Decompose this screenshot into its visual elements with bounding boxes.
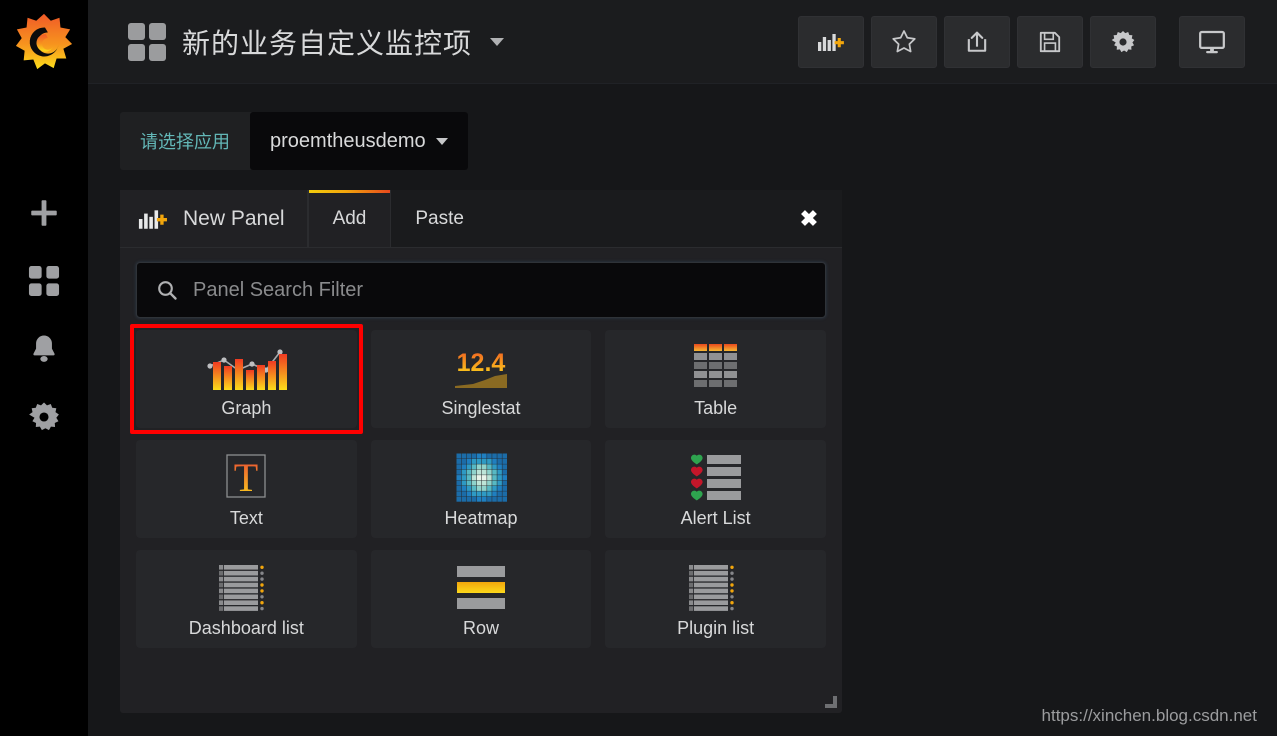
sidebar-item-dashboards[interactable]	[0, 248, 88, 314]
dashboard-list-icon	[216, 560, 276, 612]
panel-type-singlestat[interactable]: 12.4 Singlestat	[370, 330, 592, 428]
singlestat-icon: 12.4	[433, 340, 529, 392]
table-icon	[686, 340, 746, 392]
panel-search-box[interactable]	[136, 262, 826, 318]
graph-icon	[198, 340, 294, 392]
chevron-down-icon	[435, 137, 448, 145]
panel-type-label: Dashboard list	[188, 617, 304, 638]
panel-type-label: Text	[229, 507, 263, 528]
plus-icon	[31, 200, 57, 226]
save-button[interactable]	[1017, 16, 1083, 68]
settings-button[interactable]	[1090, 16, 1156, 68]
row-icon	[451, 560, 511, 612]
panel-type-label: Heatmap	[444, 507, 518, 528]
page-title: 新的业务自定义监控项	[182, 28, 473, 59]
tab-add[interactable]: Add	[307, 190, 392, 247]
plugin-list-icon	[686, 560, 746, 612]
add-panel-dialog: New Panel Add Paste ✖ Panel Search Filte…	[120, 190, 842, 713]
sidebar-item-configuration[interactable]	[0, 384, 88, 450]
tab-paste-label: Paste	[415, 207, 464, 229]
gear-icon	[29, 402, 59, 431]
sidebar-item-create[interactable]	[0, 180, 88, 246]
navbar: 新的业务自定义监控项	[88, 0, 1277, 84]
share-button[interactable]	[944, 16, 1010, 68]
sidebar-item-alerting[interactable]	[0, 316, 88, 382]
heatmap-icon	[455, 450, 507, 502]
panel-type-grid: Graph 12.4 Singlestat Table T Text Heatm…	[130, 324, 826, 648]
alert-list-icon	[683, 450, 749, 502]
star-icon	[892, 30, 916, 53]
panel-type-row[interactable]: Row	[370, 550, 592, 648]
dashboards-icon	[28, 265, 60, 297]
add-panel-icon	[138, 209, 167, 229]
tab-paste[interactable]: Paste	[391, 190, 488, 247]
panel-type-label: Table	[694, 397, 738, 418]
panel-type-label: Alert List	[680, 507, 751, 528]
dashboard-submenu: 请选择应用 proemtheusdemo	[120, 112, 468, 170]
main-area: 新的业务自定义监控项 请选择应用 proemtheusdemo New Pane…	[88, 0, 1277, 736]
sidebar	[0, 0, 88, 736]
svg-text:T: T	[234, 455, 258, 500]
new-panel-section: New Panel	[120, 190, 308, 247]
tab-add-label: Add	[332, 207, 367, 229]
panel-type-plugin-list[interactable]: Plugin list	[605, 550, 826, 648]
search-icon	[158, 281, 177, 300]
panel-type-dashboard-list[interactable]: Dashboard list	[136, 550, 357, 648]
chevron-down-icon[interactable]	[490, 38, 505, 46]
bell-icon	[33, 335, 55, 362]
dialog-resize-handle[interactable]	[825, 696, 837, 708]
navbar-left: 新的业务自定义监控项	[128, 0, 505, 84]
navbar-actions	[798, 0, 1245, 84]
panel-type-heatmap[interactable]: Heatmap	[370, 440, 592, 538]
singlestat-value: 12.4	[457, 349, 506, 377]
grafana-logo-icon	[15, 13, 73, 70]
panel-type-text[interactable]: T Text	[136, 440, 357, 538]
star-button[interactable]	[871, 16, 937, 68]
gear-icon	[1111, 30, 1135, 53]
variable-value-text: proemtheusdemo	[270, 129, 426, 152]
share-icon	[967, 31, 987, 52]
panel-type-label: Singlestat	[441, 397, 521, 418]
new-panel-label: New Panel	[183, 206, 285, 230]
dashboard-squares-icon	[128, 23, 166, 61]
search-input[interactable]	[193, 278, 807, 302]
variable-dropdown[interactable]: proemtheusdemo	[250, 112, 468, 170]
panel-type-label: Graph	[221, 397, 272, 418]
monitor-icon	[1199, 30, 1225, 54]
variable-label: 请选择应用	[140, 132, 230, 152]
close-icon[interactable]: ✖	[792, 202, 826, 236]
add-panel-icon	[818, 34, 844, 51]
panel-type-alert-list[interactable]: Alert List	[605, 440, 826, 538]
panel-type-graph[interactable]: Graph	[130, 324, 363, 434]
watermark: https://xinchen.blog.csdn.net	[1041, 706, 1257, 725]
tv-mode-button[interactable]	[1179, 16, 1245, 68]
save-icon	[1039, 31, 1061, 53]
grafana-logo[interactable]	[0, 0, 88, 84]
panel-type-label: Row	[462, 617, 499, 638]
add-panel-button[interactable]	[798, 16, 864, 68]
panel-type-label: Plugin list	[677, 617, 755, 638]
panel-type-table[interactable]: Table	[605, 330, 826, 428]
dialog-tab-bar: New Panel Add Paste ✖	[120, 190, 842, 248]
text-icon: T	[220, 450, 272, 502]
